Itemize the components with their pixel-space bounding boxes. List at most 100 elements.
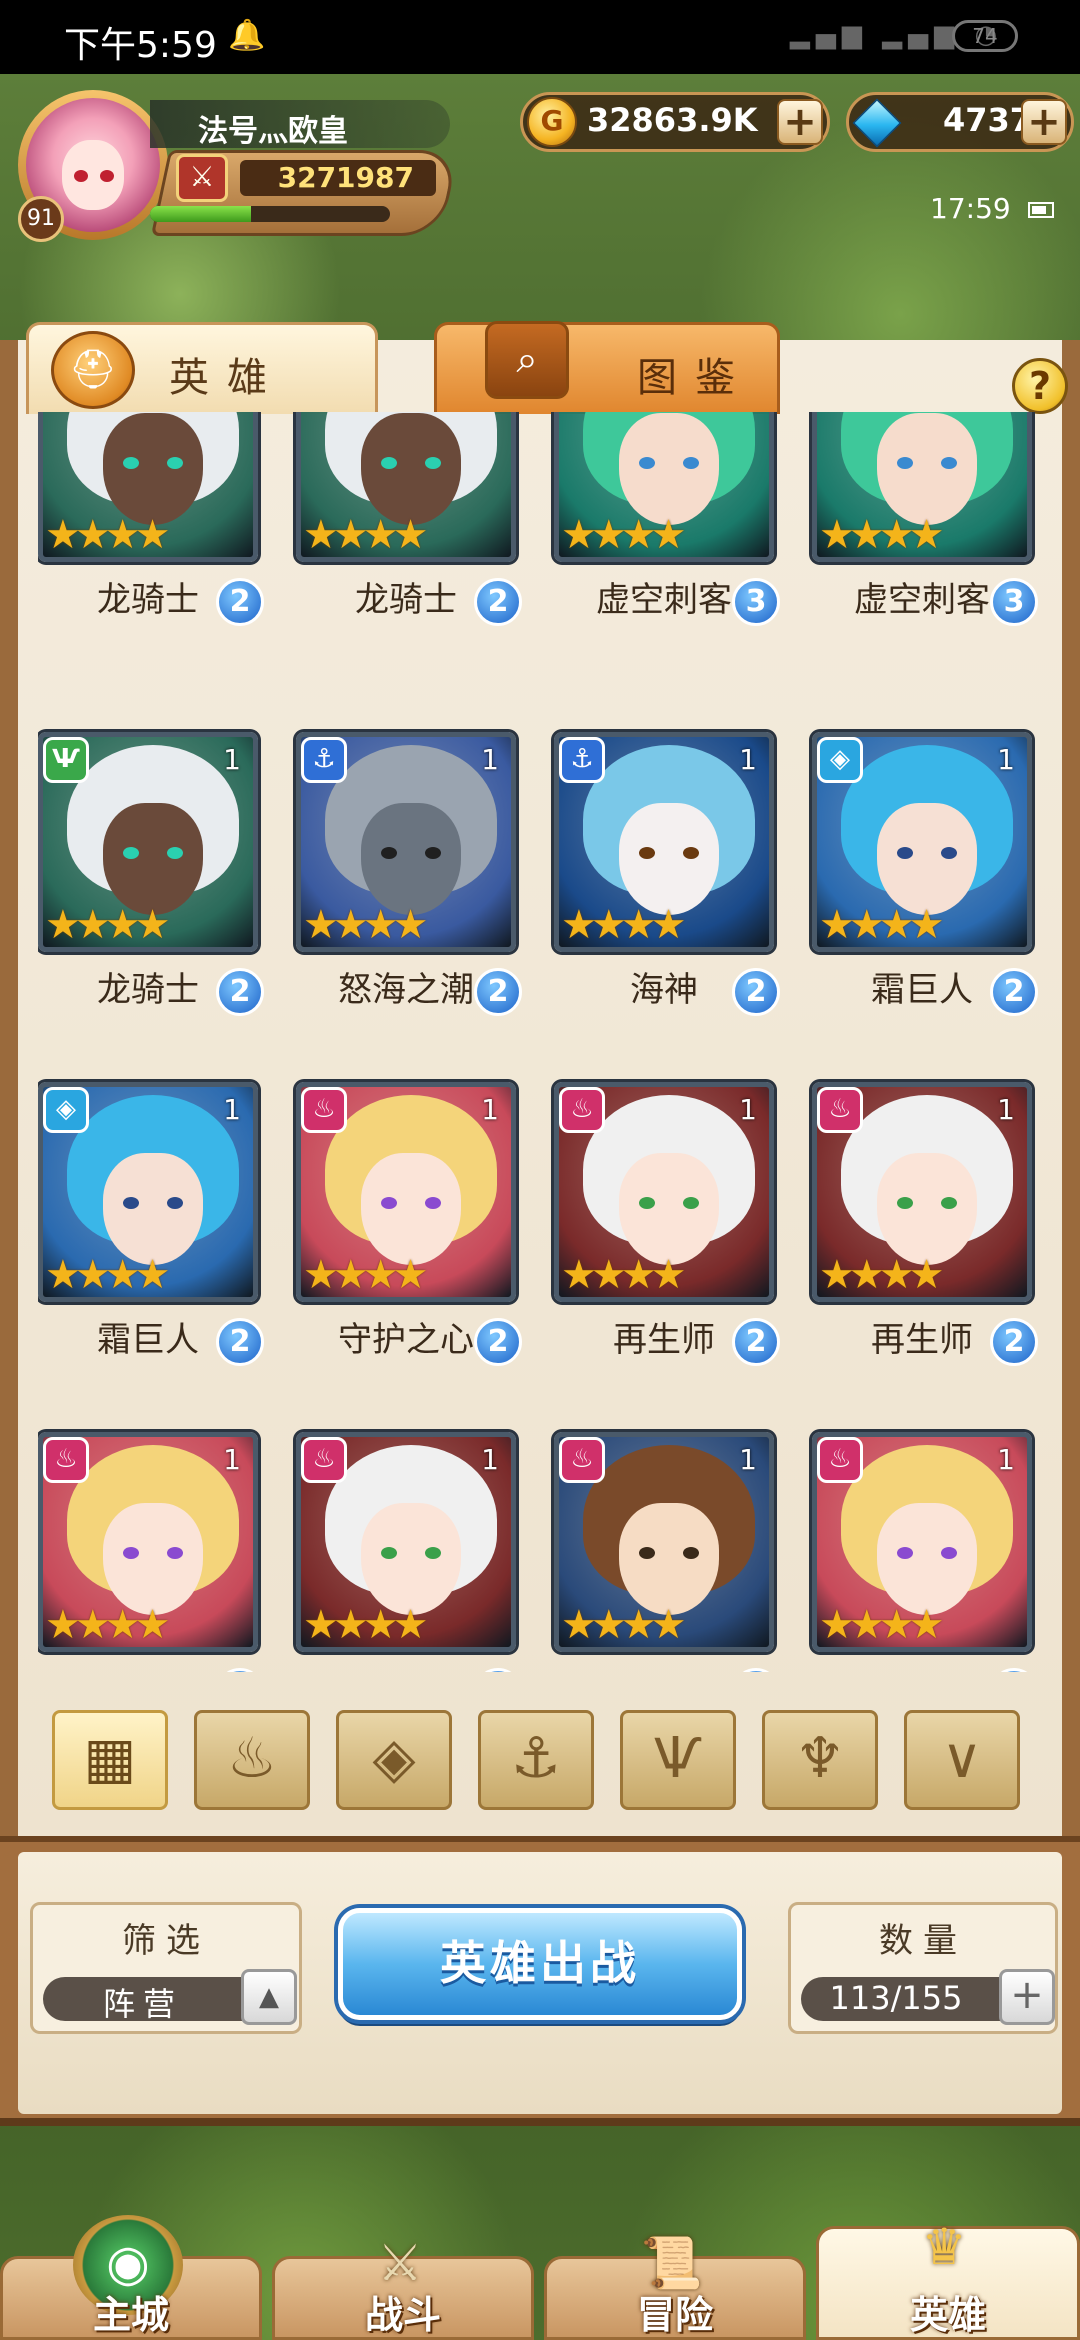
hero-name: 再生师 xyxy=(613,1320,715,1360)
hero-card[interactable]: ♣★★★★2龙骑士 xyxy=(296,412,522,626)
battery-icon: 74 xyxy=(952,20,1018,52)
count-title: 数量 xyxy=(879,1921,967,1961)
hero-portrait: ⚓ 1 ★★★★ xyxy=(554,732,774,952)
faction-filter-bar: ▦ ♨ ◈ ⚓ Ѱ ♆ ∨ xyxy=(52,1710,1028,1810)
hero-card[interactable]: Ѱ 1 ★★★★ 2 龙骑士 xyxy=(38,732,264,1016)
hero-name: 虚空刺客 xyxy=(596,580,732,620)
hero-card[interactable]: ⚓ 1 ★★★★ 2 海神 xyxy=(554,732,780,1016)
hero-grade-badge: 3 xyxy=(732,1668,780,1672)
hero-grade-badge: 2 xyxy=(474,1668,522,1672)
hero-copies: 1 xyxy=(739,743,757,776)
hero-portrait: ♨ 1 ★★★★ xyxy=(554,1082,774,1302)
filter-selector[interactable]: 阵营 ▲ xyxy=(43,1969,297,2025)
hero-portrait: ♨ 1 ★★★★ xyxy=(296,1082,516,1302)
hero-name: 再生师 xyxy=(871,1320,973,1360)
hero-portrait: ◈ 1 ★★★★ xyxy=(38,1082,258,1302)
flame-icon: ♨ xyxy=(559,1087,605,1133)
filter-horns-button[interactable]: ♆ xyxy=(762,1710,878,1810)
expand-slots-button[interactable]: + xyxy=(999,1969,1055,2025)
hero-copies: 1 xyxy=(997,743,1015,776)
gold-value: 32863.9K xyxy=(587,101,758,139)
hero-copies: 1 xyxy=(481,1443,499,1476)
hero-card[interactable]: ♨ 1 ★★★★ 2 xyxy=(38,1432,264,1672)
anchor-icon: ⚓ xyxy=(301,737,347,783)
hero-card[interactable]: ♨ 1 ★★★★ 2 xyxy=(812,1432,1038,1672)
filter-anchor-button[interactable]: ⚓ xyxy=(478,1710,594,1810)
filter-flame-button[interactable]: ♨ xyxy=(194,1710,310,1810)
tab-heroes[interactable]: ⛑ 英雄 xyxy=(26,322,378,414)
filter-beast-button[interactable]: Ѱ xyxy=(620,1710,736,1810)
player-name-plate: 法号灬欧皇 xyxy=(150,100,450,149)
filter-value: 阵营 xyxy=(102,1985,183,2023)
filter-diamond-button[interactable]: ◈ xyxy=(336,1710,452,1810)
filter-wings-button[interactable]: ∨ xyxy=(904,1710,1020,1810)
hero-card[interactable]: ♣★★★★3虚空刺客 xyxy=(812,412,1038,626)
diamond-gem-icon xyxy=(852,98,902,148)
hero-portrait: ♣★★★★ xyxy=(38,412,258,562)
flame-icon: ♨ xyxy=(226,1726,278,1791)
flame-icon: ♨ xyxy=(559,1437,605,1483)
bell-icon: 🔔 xyxy=(228,18,266,53)
player-power: 3271987 xyxy=(240,160,436,196)
hero-card[interactable]: ♣★★★★3虚空刺客 xyxy=(554,412,780,626)
hero-portrait: ◈ 1 ★★★★ xyxy=(812,732,1032,952)
help-button[interactable]: ? xyxy=(1012,358,1068,414)
horns-icon: ♆ xyxy=(794,1726,846,1791)
nav-heroes[interactable]: ♛ 英雄 xyxy=(816,2218,1080,2340)
nav-battle[interactable]: ⚔ 战斗 xyxy=(272,2234,534,2340)
add-gems-button[interactable]: + xyxy=(1021,99,1067,145)
hero-name: 怒海之潮 xyxy=(338,970,474,1010)
exp-bar-fill xyxy=(150,206,251,222)
nav-adventure[interactable]: 📜 冒险 xyxy=(544,2234,806,2340)
hero-portrait: ♨ 1 ★★★★ xyxy=(554,1432,774,1652)
hero-card[interactable]: ♨ 1 ★★★★ 2 xyxy=(296,1432,522,1672)
hero-stars: ★★★★ xyxy=(819,1252,944,1298)
hero-stars: ★★★★ xyxy=(561,1252,686,1298)
count-display: 113/155 + xyxy=(801,1969,1055,2025)
hero-card[interactable]: ♨ 1 ★★★★ 2 守护之心 xyxy=(296,1082,522,1366)
diamond-icon: ◈ xyxy=(372,1726,416,1791)
chevron-up-icon[interactable]: ▲ xyxy=(241,1969,297,2025)
hero-copies: 1 xyxy=(223,1443,241,1476)
hero-stars: ★★★★ xyxy=(303,1602,428,1648)
diamond-icon: ◈ xyxy=(817,737,863,783)
hero-grid: ♣★★★★2龙骑士♣★★★★2龙骑士♣★★★★3虚空刺客♣★★★★3虚空刺客Ѱ1… xyxy=(38,412,1042,1672)
nav-battle-label: 战斗 xyxy=(364,2293,441,2337)
deploy-heroes-button[interactable]: 英雄出战 xyxy=(338,1908,742,2020)
nav-adventure-label: 冒险 xyxy=(636,2293,713,2337)
hero-card[interactable]: ♣★★★★2龙骑士 xyxy=(38,412,264,626)
hero-stars: ★★★★ xyxy=(561,1602,686,1648)
gold-coin-icon: G xyxy=(527,97,577,147)
nav-heroes-label: 英雄 xyxy=(909,2293,986,2337)
tab-heroes-label: 英雄 xyxy=(169,355,285,401)
flame-icon: ♨ xyxy=(817,1437,863,1483)
hero-card[interactable]: ♨ 1 ★★★★ 2 再生师 xyxy=(812,1082,1038,1366)
hero-copies: 1 xyxy=(481,1093,499,1126)
hero-card[interactable]: ⚓ 1 ★★★★ 2 怒海之潮 xyxy=(296,732,522,1016)
flame-icon: ♨ xyxy=(817,1087,863,1133)
hero-portrait: ♨ 1 ★★★★ xyxy=(296,1432,516,1652)
filter-all-button[interactable]: ▦ xyxy=(52,1710,168,1810)
hero-copies: 1 xyxy=(997,1443,1015,1476)
hero-stars: ★★★★ xyxy=(819,902,944,948)
hero-portrait: ♣★★★★ xyxy=(812,412,1032,562)
hero-name: 龙骑士 xyxy=(355,580,457,620)
gold-counter: G 32863.9K + xyxy=(520,92,830,152)
anchor-icon: ⚓ xyxy=(510,1726,562,1791)
hero-grade-badge: 2 xyxy=(216,1668,264,1672)
game-clock: 17:59 xyxy=(930,192,1011,225)
tab-dex[interactable]: ⌕ 图鉴 xyxy=(434,321,780,414)
hero-portrait: ♨ 1 ★★★★ xyxy=(38,1432,258,1652)
hero-stars: ★★★★ xyxy=(303,1252,428,1298)
add-gold-button[interactable]: + xyxy=(777,99,823,145)
diamond-icon: ◈ xyxy=(43,1087,89,1133)
hero-card[interactable]: ♨ 1 ★★★★ 2 再生师 xyxy=(554,1082,780,1366)
hero-stars: ★★★★ xyxy=(45,902,170,948)
crossed-swords-icon: ⚔ xyxy=(176,154,228,202)
hero-card[interactable]: ◈ 1 ★★★★ 2 霜巨人 xyxy=(812,732,1038,1016)
hero-name: 霜巨人 xyxy=(871,970,973,1010)
hero-portrait: ⚓ 1 ★★★★ xyxy=(296,732,516,952)
hero-card[interactable]: ♨ 1 ★★★★ 3 xyxy=(554,1432,780,1672)
hero-card[interactable]: ◈ 1 ★★★★ 2 霜巨人 xyxy=(38,1082,264,1366)
nav-main-city[interactable]: ◉ 主城 xyxy=(0,2215,262,2340)
